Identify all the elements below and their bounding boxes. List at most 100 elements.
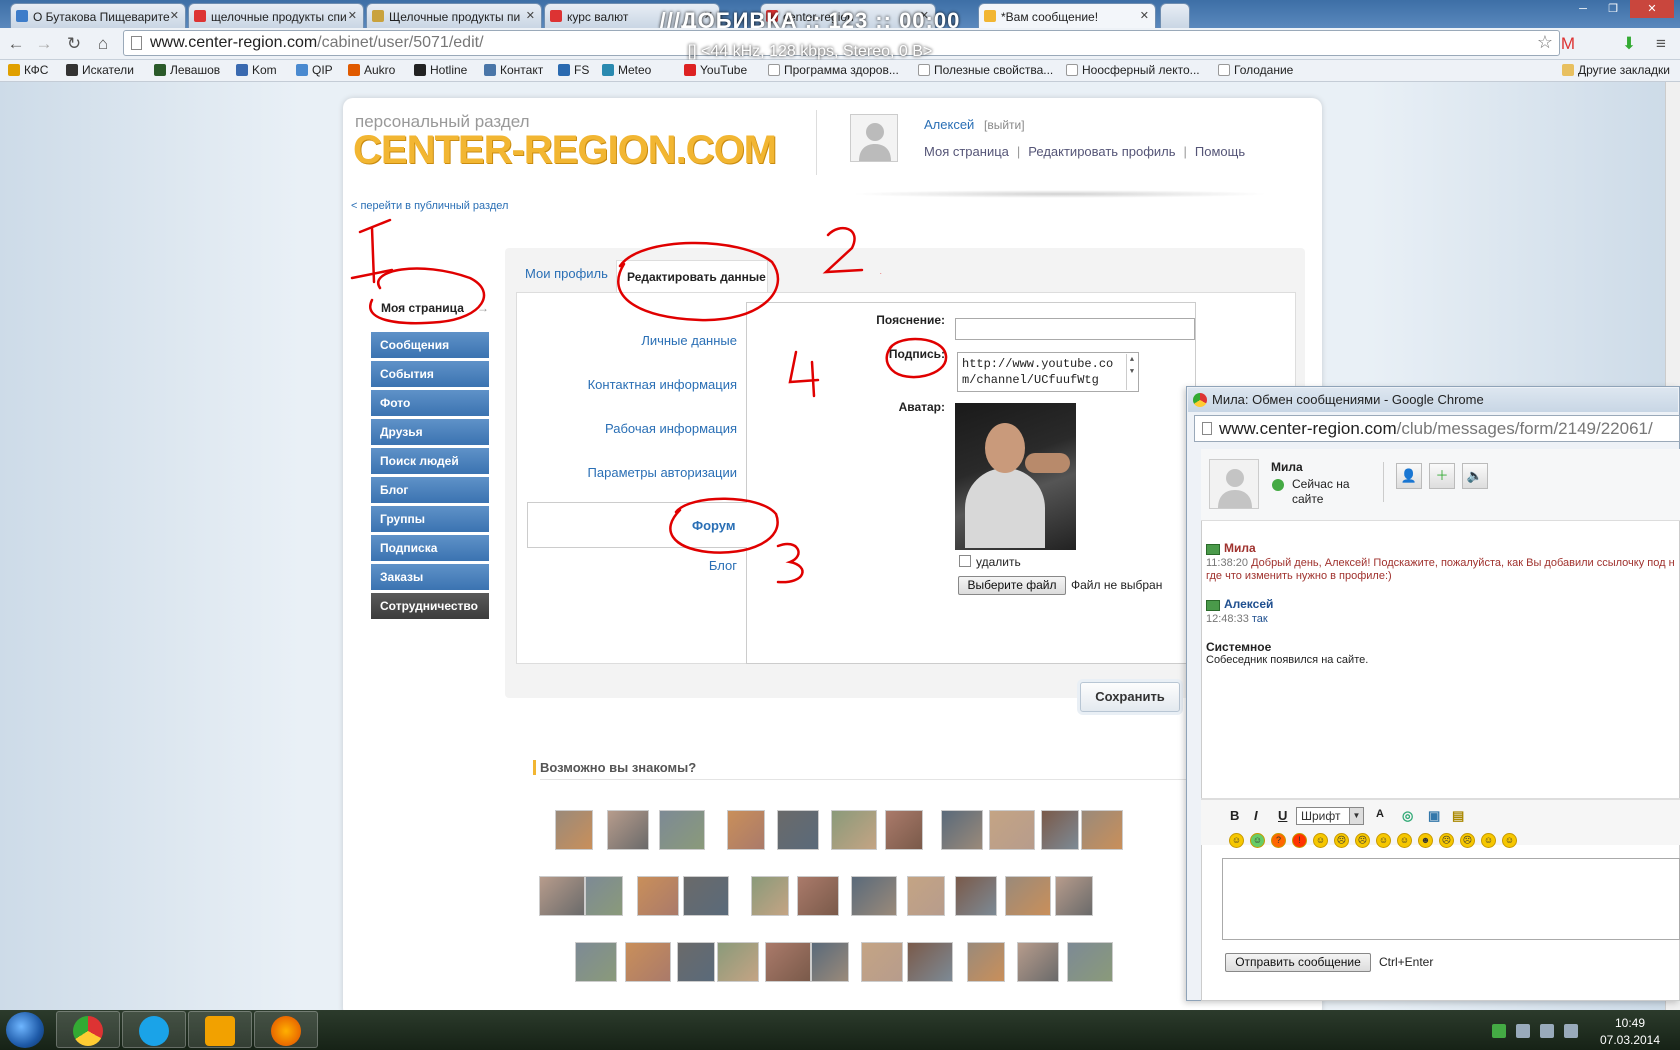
bookmark-item[interactable]: Kom bbox=[236, 63, 277, 77]
menu-item-friends[interactable]: Друзья bbox=[371, 419, 489, 445]
bookmark-item[interactable]: Meteo bbox=[602, 63, 651, 77]
menu-item-messages[interactable]: Сообщения bbox=[371, 332, 489, 358]
close-icon[interactable]: ✕ bbox=[348, 9, 357, 22]
friend-thumbnail[interactable] bbox=[539, 876, 585, 916]
sound-icon[interactable]: 🔈 bbox=[1462, 463, 1488, 489]
start-button[interactable] bbox=[6, 1012, 44, 1048]
smiley-icon[interactable]: ☺ bbox=[1313, 833, 1328, 848]
friend-thumbnail[interactable] bbox=[831, 810, 877, 850]
smiley-icon[interactable]: ☺ bbox=[1376, 833, 1391, 848]
friend-thumbnail[interactable] bbox=[861, 942, 903, 982]
bookmark-item[interactable]: КФС bbox=[8, 63, 48, 77]
site-logo[interactable]: CENTER-REGION.COM bbox=[353, 128, 777, 173]
menu-item-groups[interactable]: Группы bbox=[371, 506, 489, 532]
menu-item-people-search[interactable]: Поиск людей bbox=[371, 448, 489, 474]
friend-thumbnail[interactable] bbox=[797, 876, 839, 916]
forward-arrow-icon[interactable]: → bbox=[33, 33, 55, 55]
friend-thumbnail[interactable] bbox=[575, 942, 617, 982]
underline-button[interactable]: U bbox=[1278, 808, 1287, 823]
section-auth-params[interactable]: Параметры авторизации bbox=[520, 465, 737, 480]
friend-thumbnail[interactable] bbox=[851, 876, 897, 916]
friend-thumbnail[interactable] bbox=[1067, 942, 1113, 982]
friend-thumbnail[interactable] bbox=[967, 942, 1005, 982]
download-extension-icon[interactable]: ⬇ bbox=[1618, 33, 1640, 55]
bookmark-item[interactable]: Ноосферный лекто... bbox=[1066, 63, 1200, 77]
quote-icon[interactable]: ▤ bbox=[1452, 808, 1464, 824]
edit-profile-link[interactable]: Редактировать профиль bbox=[1028, 144, 1175, 159]
contact-avatar[interactable] bbox=[1209, 459, 1259, 509]
public-section-link[interactable]: < перейти в публичный раздел bbox=[351, 200, 508, 212]
friend-thumbnail[interactable] bbox=[907, 942, 953, 982]
restore-icon[interactable]: ❐ bbox=[1600, 0, 1626, 18]
friend-thumbnail[interactable] bbox=[1005, 876, 1051, 916]
new-tab-button[interactable] bbox=[1160, 3, 1190, 28]
font-select[interactable]: Шрифт ▼ bbox=[1296, 807, 1364, 825]
section-work-info[interactable]: Рабочая информация bbox=[520, 421, 737, 436]
user-profile-icon[interactable]: 👤 bbox=[1396, 463, 1422, 489]
menu-item-cooperation[interactable]: Сотрудничество bbox=[371, 593, 489, 619]
friend-thumbnail[interactable] bbox=[811, 942, 849, 982]
friend-thumbnail[interactable] bbox=[989, 810, 1035, 850]
smiley-question-icon[interactable]: ? bbox=[1271, 833, 1286, 848]
bookmark-item[interactable]: Hotline bbox=[414, 63, 467, 77]
tab-edit-data[interactable]: Редактировать данные bbox=[616, 260, 768, 292]
friend-thumbnail[interactable] bbox=[727, 810, 765, 850]
signature-textarea[interactable]: http://www.youtube.com/channel/UCfuufWtg… bbox=[957, 352, 1139, 392]
menu-item-subscription[interactable]: Подписка bbox=[371, 535, 489, 561]
close-icon[interactable]: ✕ bbox=[526, 9, 535, 22]
menu-my-page[interactable]: Моя страница → bbox=[371, 298, 489, 320]
popup-address-bar[interactable]: www.center-region.com/club/messages/form… bbox=[1194, 415, 1680, 442]
smiley-icon[interactable]: ☺ bbox=[1481, 833, 1496, 848]
textarea-scrollbar[interactable]: ▲ ▼ bbox=[1126, 354, 1137, 390]
smiley-icon[interactable]: ☺ bbox=[1250, 833, 1265, 848]
gmail-extension-icon[interactable]: M bbox=[1557, 33, 1579, 55]
friend-thumbnail[interactable] bbox=[683, 876, 729, 916]
friend-thumbnail[interactable] bbox=[625, 942, 671, 982]
bookmark-item[interactable]: Левашов bbox=[154, 63, 220, 77]
bookmark-item[interactable]: Полезные свойства... bbox=[918, 63, 1053, 77]
italic-button[interactable]: I bbox=[1254, 808, 1258, 823]
tab-2[interactable]: щелочные продукты спи ✕ bbox=[188, 3, 364, 28]
other-bookmarks[interactable]: Другие закладки bbox=[1562, 63, 1670, 77]
section-blog[interactable]: Блог bbox=[520, 558, 737, 573]
taskbar-chrome[interactable] bbox=[56, 1011, 120, 1048]
friend-thumbnail[interactable] bbox=[555, 810, 593, 850]
friend-thumbnail[interactable] bbox=[677, 942, 715, 982]
friend-thumbnail[interactable] bbox=[751, 876, 789, 916]
smiley-icon[interactable]: ☺ bbox=[1502, 833, 1517, 848]
minimize-icon[interactable]: ─ bbox=[1570, 0, 1596, 18]
friend-thumbnail[interactable] bbox=[777, 810, 819, 850]
tray-icon[interactable] bbox=[1516, 1024, 1530, 1038]
logout-link[interactable]: [выйти] bbox=[984, 118, 1025, 132]
explanation-input[interactable] bbox=[955, 318, 1195, 340]
image-icon[interactable]: ▣ bbox=[1428, 808, 1440, 824]
friend-thumbnail[interactable] bbox=[885, 810, 923, 850]
menu-item-blog[interactable]: Блог bbox=[371, 477, 489, 503]
section-contact-info[interactable]: Контактная информация bbox=[520, 377, 737, 392]
taskbar-firefox[interactable] bbox=[254, 1011, 318, 1048]
tab-1[interactable]: О Бутакова Пищеварите ✕ bbox=[10, 3, 186, 28]
star-icon[interactable]: ☆ bbox=[1537, 32, 1553, 53]
bookmark-item[interactable]: Программа здоров... bbox=[768, 63, 899, 77]
send-message-button[interactable]: Отправить сообщение bbox=[1225, 953, 1371, 972]
add-contact-icon[interactable]: ＋ bbox=[1429, 463, 1455, 489]
friend-thumbnail[interactable] bbox=[585, 876, 623, 916]
bookmark-item[interactable]: YouTube bbox=[684, 63, 747, 77]
smiley-icon[interactable]: ☺ bbox=[1229, 833, 1244, 848]
smiley-icon[interactable]: ☹ bbox=[1439, 833, 1454, 848]
network-icon[interactable] bbox=[1564, 1024, 1578, 1038]
choose-file-button[interactable]: Выберите файл bbox=[958, 576, 1066, 595]
chat-popup-titlebar[interactable]: Мила: Обмен сообщениями - Google Chrome bbox=[1188, 388, 1678, 412]
friend-thumbnail[interactable] bbox=[1081, 810, 1123, 850]
bookmark-item[interactable]: Aukro bbox=[348, 63, 395, 77]
user-avatar[interactable] bbox=[850, 114, 898, 162]
link-icon[interactable]: ◎ bbox=[1402, 808, 1413, 824]
smiley-icon[interactable]: ☻ bbox=[1418, 833, 1433, 848]
smiley-icon[interactable]: ☹ bbox=[1460, 833, 1475, 848]
bookmark-item[interactable]: FS bbox=[558, 63, 589, 77]
bold-button[interactable]: B bbox=[1230, 808, 1239, 823]
friend-thumbnail[interactable] bbox=[659, 810, 705, 850]
system-clock[interactable]: 10:49 07.03.2014 bbox=[1590, 1015, 1670, 1049]
taskbar-aimp[interactable] bbox=[188, 1011, 252, 1048]
tab-my-profile[interactable]: Мои профиль bbox=[525, 266, 608, 281]
